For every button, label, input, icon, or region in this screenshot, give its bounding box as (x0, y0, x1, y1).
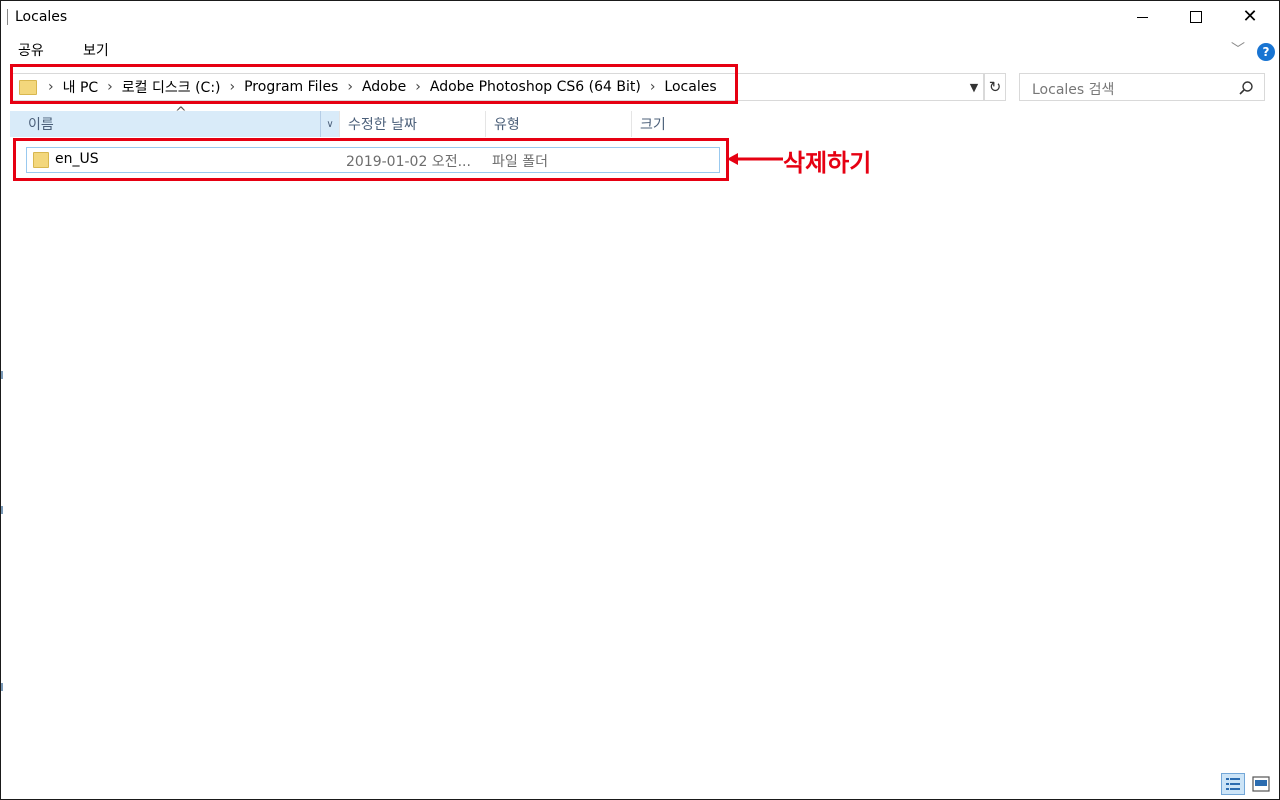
close-button[interactable]: ✕ (1227, 1, 1273, 33)
column-header-size[interactable]: 크기 (631, 111, 731, 137)
minimize-button[interactable] (1119, 1, 1165, 33)
help-icon[interactable]: ? (1257, 43, 1275, 61)
title-bar[interactable]: Locales ✕ (1, 1, 1279, 33)
refresh-button[interactable]: ↻ (984, 73, 1006, 101)
close-icon: ✕ (1242, 6, 1258, 27)
maximize-icon (1190, 11, 1202, 23)
file-highlight-box (13, 138, 729, 181)
address-history-dropdown-icon[interactable]: ▼ (965, 75, 983, 99)
column-header-type[interactable]: 유형 (485, 111, 631, 137)
ribbon-expand-chevron-icon[interactable]: ﹀ (1231, 39, 1245, 59)
large-icons-view-icon[interactable] (1251, 774, 1271, 794)
ribbon-tabs: 공유 보기 ﹀ (1, 37, 1279, 61)
annotation-arrow-icon (727, 153, 783, 165)
column-filter-chevron-icon[interactable]: ∨ (320, 111, 339, 137)
minimize-icon (1136, 16, 1148, 18)
refresh-icon: ↻ (988, 78, 1002, 96)
column-header-date[interactable]: 수정한 날짜 (339, 111, 485, 137)
details-view-button[interactable] (1221, 773, 1245, 795)
column-header-name[interactable]: 이름 (10, 111, 320, 137)
search-placeholder: Locales 검색 (1032, 82, 1115, 98)
annotation-label: 삭제하기 (783, 149, 872, 177)
search-icon (1239, 81, 1253, 95)
tab-share[interactable]: 공유 (18, 40, 44, 60)
address-highlight-box (10, 64, 738, 104)
details-view-icon (1226, 778, 1240, 790)
explorer-window: Locales ✕ 공유 보기 ﹀ ? › 내 PC › 로컬 디스크 (C:)… (0, 0, 1280, 800)
maximize-button[interactable] (1173, 1, 1219, 33)
left-edge-marker (1, 683, 3, 691)
window-title: Locales (15, 9, 68, 25)
left-edge-marker (1, 506, 3, 514)
quick-access-divider (7, 9, 8, 25)
left-edge-marker (1, 371, 3, 379)
search-input[interactable]: Locales 검색 (1019, 73, 1265, 101)
tab-view[interactable]: 보기 (83, 40, 109, 60)
